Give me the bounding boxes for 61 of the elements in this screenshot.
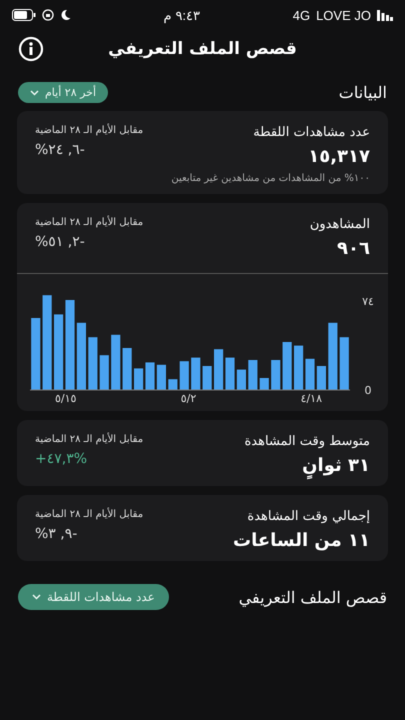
chart-bar xyxy=(282,342,292,390)
card-note: ١٠٠% من المشاهدات من مشاهدين غير متابعين xyxy=(170,173,370,184)
status-time: ٩:٤٣ م xyxy=(164,8,200,22)
chart-bar xyxy=(202,366,212,390)
chart-bar xyxy=(111,334,120,390)
card-title: عدد مشاهدات اللقطة xyxy=(253,125,370,140)
metric-dropdown[interactable]: عدد مشاهدات اللقطة xyxy=(18,584,169,610)
chart-bar xyxy=(328,322,338,390)
section-title: قصص الملف التعريفي xyxy=(238,588,387,606)
info-icon[interactable] xyxy=(18,36,44,62)
x-tick-label: ٥/٢ xyxy=(180,392,196,405)
card-title: متوسط وقت المشاهدة xyxy=(244,434,370,449)
chart-bar xyxy=(294,346,304,390)
chart-bar xyxy=(76,322,86,390)
card-value: ١١ من الساعات xyxy=(232,530,370,551)
chart-bar xyxy=(88,337,98,390)
chevron-icon xyxy=(32,594,41,600)
chart-bar xyxy=(225,358,235,390)
chart-bar xyxy=(168,379,178,390)
section-title: البيانات xyxy=(338,83,387,102)
y-tick-label: 0 xyxy=(364,384,372,397)
page-title: قصص الملف التعريفي xyxy=(107,39,298,59)
card-title: إجمالي وقت المشاهدة xyxy=(246,509,370,524)
y-tick-label: ٧٤ xyxy=(362,295,374,308)
card-title: المشاهدون xyxy=(310,217,370,232)
chart-bar xyxy=(100,355,109,390)
change-percent: +٤٧,٣% xyxy=(35,451,88,467)
compare-label: مقابل الأيام الـ ٢٨ الماضية xyxy=(35,217,144,228)
chart-bar xyxy=(340,337,349,390)
compare-label: مقابل الأيام الـ ٢٨ الماضية xyxy=(35,434,144,445)
chart-bar xyxy=(271,360,280,390)
chart-bar xyxy=(236,370,246,390)
chart-bar xyxy=(316,366,326,390)
carrier-name: LOVE JO xyxy=(316,8,371,22)
chart-bar xyxy=(191,358,200,390)
card-value: ٩٠٦ xyxy=(336,238,370,259)
chart-bar xyxy=(260,378,269,390)
change-percent: %٥١ ,٢- xyxy=(35,234,86,250)
chart-bar xyxy=(156,364,166,390)
date-range-dropdown[interactable]: أخر ٢٨ أيام xyxy=(18,82,108,103)
rotation-lock-icon xyxy=(42,9,54,21)
compare-label: مقابل الأيام الـ ٢٨ الماضية xyxy=(35,509,144,520)
battery-icon xyxy=(12,9,36,21)
chart-bar xyxy=(145,362,155,390)
change-percent: %٣ ,٩- xyxy=(35,526,78,542)
x-tick-label: ٥/١٥ xyxy=(55,392,76,405)
network-type: 4G xyxy=(292,8,310,22)
change-percent: %٢٤ ,٦- xyxy=(35,142,86,158)
compare-label: مقابل الأيام الـ ٢٨ الماضية xyxy=(35,125,144,136)
signal-icon xyxy=(376,10,393,20)
chart-bar xyxy=(122,348,132,390)
chart-bar xyxy=(248,360,258,390)
moon-icon xyxy=(60,9,71,21)
chart-bar xyxy=(180,361,189,390)
card-value: ١٥,٣١٧ xyxy=(307,146,370,167)
x-tick-label: ٤/١٨ xyxy=(300,392,322,405)
chart-bar xyxy=(31,318,40,390)
chart-bar xyxy=(305,358,315,390)
chart-bar xyxy=(134,368,144,390)
chart-bar xyxy=(214,349,224,390)
chevron-icon xyxy=(30,90,39,96)
